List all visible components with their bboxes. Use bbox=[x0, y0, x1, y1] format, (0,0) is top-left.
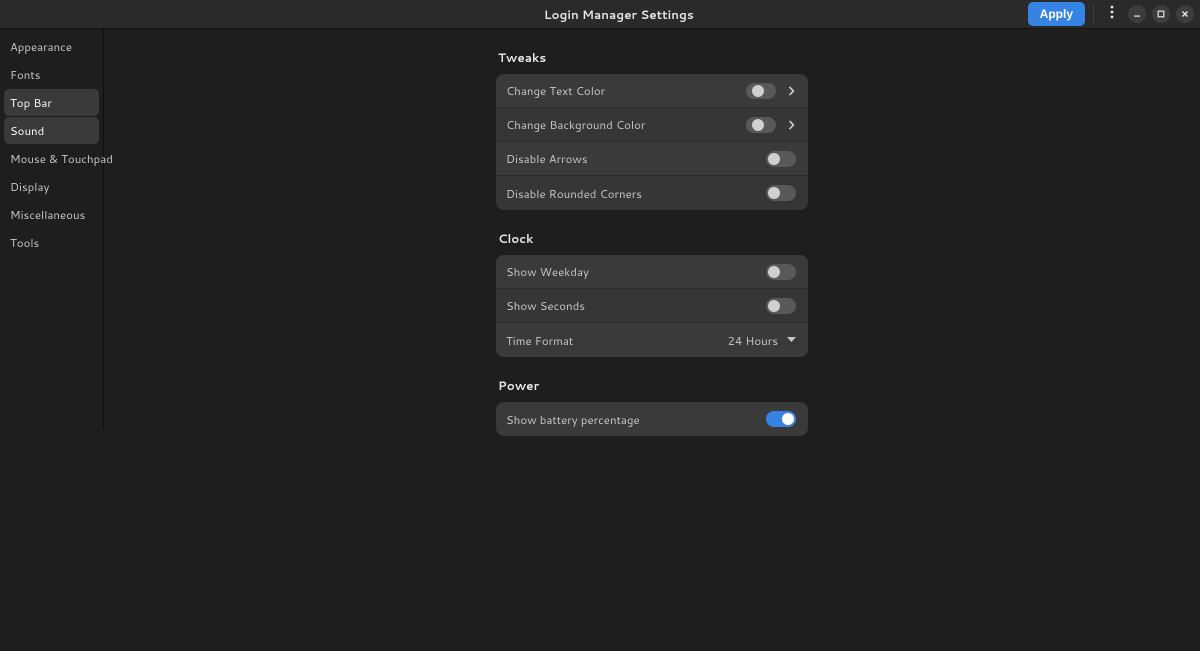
section-power: Power Show battery percentage bbox=[496, 377, 808, 436]
row-show-battery-percentage: Show battery percentage bbox=[496, 402, 808, 436]
toggle-change-text-color[interactable] bbox=[746, 83, 776, 99]
row-disable-rounded-corners: Disable Rounded Corners bbox=[496, 176, 808, 210]
app-window: Login Manager Settings Apply bbox=[0, 0, 1200, 651]
sidebar: Appearance Fonts Top Bar Sound Mouse & T… bbox=[0, 29, 104, 429]
row-label: Change Text Color bbox=[506, 82, 746, 99]
group-power: Show battery percentage bbox=[496, 402, 808, 436]
kebab-icon bbox=[1110, 5, 1114, 23]
row-disable-arrows: Disable Arrows bbox=[496, 142, 808, 176]
close-button[interactable] bbox=[1176, 5, 1194, 23]
sidebar-item-miscellaneous[interactable]: Miscellaneous bbox=[4, 201, 99, 228]
group-clock: Show Weekday Show Seconds Time Format 24… bbox=[496, 255, 808, 357]
section-title-power: Power bbox=[498, 377, 808, 394]
row-label: Show Weekday bbox=[506, 263, 766, 280]
sidebar-item-display[interactable]: Display bbox=[4, 173, 99, 200]
chevron-right-icon bbox=[784, 86, 798, 96]
sidebar-item-label: Top Bar bbox=[10, 94, 52, 111]
toggle-show-battery[interactable] bbox=[766, 411, 796, 427]
content-area: Tweaks Change Text Color Change Backgrou… bbox=[104, 29, 1200, 651]
section-title-clock: Clock bbox=[498, 230, 808, 247]
section-title-tweaks: Tweaks bbox=[498, 49, 808, 66]
sidebar-item-label: Tools bbox=[10, 234, 39, 251]
chevron-right-icon bbox=[784, 120, 798, 130]
row-show-weekday: Show Weekday bbox=[496, 255, 808, 289]
row-show-seconds: Show Seconds bbox=[496, 289, 808, 323]
sidebar-item-label: Appearance bbox=[10, 38, 72, 55]
header-bar: Login Manager Settings Apply bbox=[0, 0, 1200, 29]
row-label: Change Background Color bbox=[506, 116, 746, 133]
sidebar-item-tools[interactable]: Tools bbox=[4, 229, 99, 256]
row-time-format[interactable]: Time Format 24 Hours bbox=[496, 323, 808, 357]
sidebar-item-label: Miscellaneous bbox=[10, 206, 85, 223]
row-change-text-color[interactable]: Change Text Color bbox=[496, 74, 808, 108]
section-tweaks: Tweaks Change Text Color Change Backgrou… bbox=[496, 49, 808, 210]
sidebar-item-label: Fonts bbox=[10, 66, 40, 83]
body: Appearance Fonts Top Bar Sound Mouse & T… bbox=[0, 29, 1200, 651]
row-label: Time Format bbox=[506, 332, 728, 349]
toggle-disable-arrows[interactable] bbox=[766, 151, 796, 167]
sidebar-item-label: Mouse & Touchpad bbox=[10, 150, 113, 167]
row-label: Disable Rounded Corners bbox=[506, 185, 766, 202]
sidebar-item-mouse-touchpad[interactable]: Mouse & Touchpad bbox=[4, 145, 99, 172]
sidebar-item-appearance[interactable]: Appearance bbox=[4, 33, 99, 60]
sidebar-item-fonts[interactable]: Fonts bbox=[4, 61, 99, 88]
dropdown-value: 24 Hours bbox=[728, 332, 778, 349]
maximize-button[interactable] bbox=[1152, 5, 1170, 23]
toggle-disable-rounded[interactable] bbox=[766, 185, 796, 201]
minimize-button[interactable] bbox=[1128, 5, 1146, 23]
minimize-icon bbox=[1133, 10, 1141, 18]
group-tweaks: Change Text Color Change Background Colo… bbox=[496, 74, 808, 210]
window-title: Login Manager Settings bbox=[210, 6, 1028, 23]
close-icon bbox=[1181, 10, 1189, 18]
row-label: Show Seconds bbox=[506, 297, 766, 314]
sidebar-item-top-bar[interactable]: Top Bar bbox=[4, 89, 99, 116]
row-label: Show battery percentage bbox=[506, 411, 766, 428]
toggle-show-seconds[interactable] bbox=[766, 298, 796, 314]
row-label: Disable Arrows bbox=[506, 150, 766, 167]
section-clock: Clock Show Weekday Show Seconds Time For… bbox=[496, 230, 808, 357]
sidebar-item-sound[interactable]: Sound bbox=[4, 117, 99, 144]
row-change-bg-color[interactable]: Change Background Color bbox=[496, 108, 808, 142]
toggle-show-weekday[interactable] bbox=[766, 264, 796, 280]
apply-button[interactable]: Apply bbox=[1028, 2, 1085, 26]
menu-button[interactable] bbox=[1102, 4, 1122, 24]
toggle-change-bg-color[interactable] bbox=[746, 117, 776, 133]
sidebar-item-label: Sound bbox=[10, 122, 44, 139]
separator bbox=[1093, 5, 1094, 23]
maximize-icon bbox=[1157, 10, 1165, 18]
sidebar-item-label: Display bbox=[10, 178, 49, 195]
chevron-down-icon bbox=[784, 337, 798, 343]
